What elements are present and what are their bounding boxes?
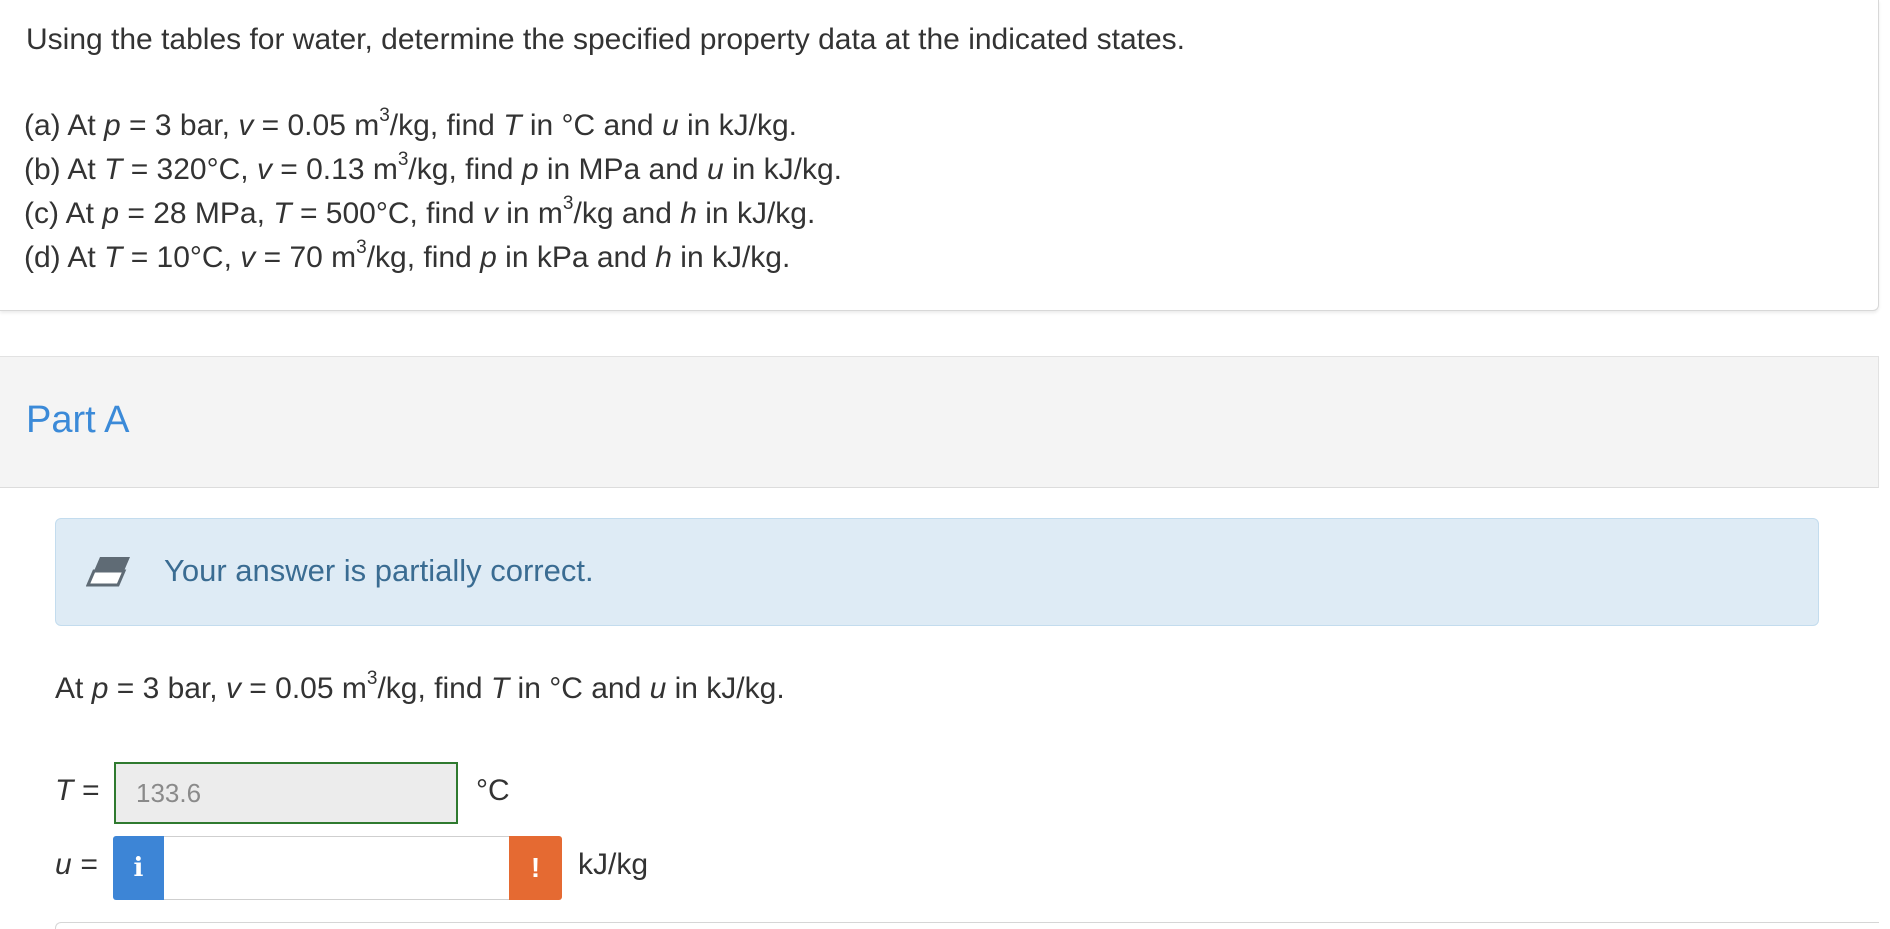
u-answer-group: i ! — [113, 836, 562, 900]
t-unit: °C — [476, 774, 510, 807]
question-card: Using the tables for water, determine th… — [0, 0, 1879, 311]
u-answer-input[interactable] — [164, 836, 509, 900]
t-label: T = — [55, 774, 100, 807]
question-item-b: (b) At T = 320°C, v = 0.13 m3/kg, find p… — [24, 149, 843, 186]
t-answer-input[interactable] — [114, 762, 458, 824]
part-title: Part A — [26, 399, 130, 441]
part-prompt: At p = 3 bar, v = 0.05 m3/kg, find T in … — [55, 668, 785, 705]
eraser-icon — [85, 555, 132, 592]
question-item-d: (d) At T = 10°C, v = 70 m3/kg, find p in… — [24, 237, 791, 274]
feedback-banner: Your answer is partially correct. — [55, 518, 1819, 626]
question-intro: Using the tables for water, determine th… — [26, 23, 1185, 56]
info-icon[interactable]: i — [113, 836, 164, 900]
feedback-message: Your answer is partially correct. — [164, 553, 594, 588]
question-item-c: (c) At p = 28 MPa, T = 500°C, find v in … — [24, 193, 816, 230]
u-unit: kJ/kg — [578, 848, 649, 881]
part-header: Part A — [0, 356, 1879, 488]
exclamation-icon[interactable]: ! — [509, 836, 562, 900]
u-label: u = — [55, 848, 98, 881]
question-item-a: (a) At p = 3 bar, v = 0.05 m3/kg, find T… — [24, 105, 797, 142]
question-list: (a) At p = 3 bar, v = 0.05 m3/kg, find T… — [24, 104, 842, 280]
